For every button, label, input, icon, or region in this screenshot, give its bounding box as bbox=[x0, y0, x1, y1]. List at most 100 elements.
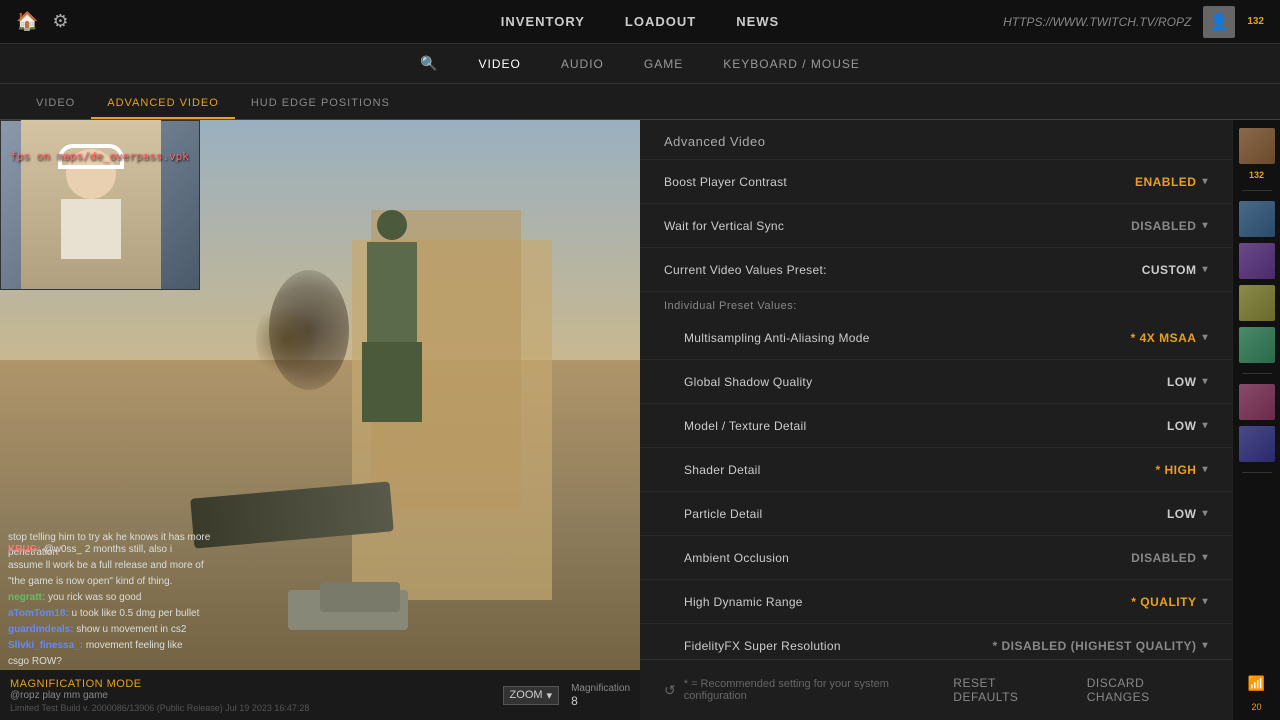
settings-nav-audio[interactable]: AUDIO bbox=[553, 53, 612, 75]
sidebar-avatar-4[interactable] bbox=[1239, 285, 1275, 321]
setting-ambient-occlusion: Ambient Occlusion DISABLED ▾ bbox=[640, 536, 1232, 580]
settings-panel: Advanced Video Boost Player Contrast ENA… bbox=[640, 120, 1232, 659]
nav-loadout[interactable]: LOADOUT bbox=[625, 14, 696, 29]
tab-video[interactable]: VIDEO bbox=[20, 89, 91, 119]
webcam-overlay bbox=[0, 120, 200, 290]
main-layout: fps on maps/de_overpass.vpk stop telling… bbox=[0, 120, 1280, 720]
setting-model-texture-detail: Model / Texture Detail LOW ▾ bbox=[640, 404, 1232, 448]
sidebar-divider-3 bbox=[1242, 472, 1272, 473]
chevron-down-icon: ▾ bbox=[1202, 552, 1208, 563]
magnification-sublabel: Magnification bbox=[571, 683, 630, 694]
msaa-value[interactable]: * 4X MSAA ▾ bbox=[1131, 331, 1208, 345]
chevron-down-icon: ▾ bbox=[1202, 508, 1208, 519]
mag-value-container: Magnification 8 bbox=[571, 683, 630, 708]
global-shadow-quality-value[interactable]: LOW ▾ bbox=[1167, 375, 1208, 389]
advanced-video-title: Advanced Video bbox=[640, 120, 1232, 160]
high-dynamic-range-label: High Dynamic Range bbox=[684, 595, 803, 609]
wait-vertical-sync-label: Wait for Vertical Sync bbox=[664, 219, 784, 233]
tab-hud-edge-positions[interactable]: HUD EDGE POSITIONS bbox=[235, 89, 406, 119]
setting-wait-vertical-sync: Wait for Vertical Sync DISABLED ▾ bbox=[640, 204, 1232, 248]
particle-detail-value[interactable]: LOW ▾ bbox=[1167, 507, 1208, 521]
sidebar-avatar-5[interactable] bbox=[1239, 327, 1275, 363]
chat-line: negratt: you rick was so good bbox=[0, 590, 640, 606]
nav-center-links: INVENTORY LOADOUT NEWS bbox=[501, 14, 779, 29]
tab-advanced-video[interactable]: ADVANCED VIDEO bbox=[91, 89, 235, 119]
home-icon[interactable]: 🏠 bbox=[16, 11, 38, 32]
search-icon: 🔍 bbox=[420, 55, 438, 72]
shader-detail-label: Shader Detail bbox=[684, 463, 761, 477]
chevron-down-icon: ▾ bbox=[1202, 176, 1208, 187]
chat-line: Slivki_finessa_: movement feeling like bbox=[0, 638, 640, 654]
current-video-preset-value[interactable]: CUSTOM ▾ bbox=[1142, 263, 1208, 277]
setting-boost-player-contrast: Boost Player Contrast ENABLED ▾ bbox=[640, 160, 1232, 204]
reset-icon: ↺ bbox=[664, 682, 676, 699]
fps-overlay-text: fps on maps/de_overpass.vpk bbox=[10, 150, 189, 163]
chevron-down-icon: ▾ bbox=[1202, 640, 1208, 651]
high-dynamic-range-value[interactable]: * QUALITY ▾ bbox=[1131, 595, 1208, 609]
video-tabs-bar: VIDEO ADVANCED VIDEO HUD EDGE POSITIONS bbox=[0, 84, 1280, 120]
chat-line: csgo ROW? bbox=[0, 654, 640, 670]
sidebar-avatar-7[interactable] bbox=[1239, 426, 1275, 462]
setting-particle-detail: Particle Detail LOW ▾ bbox=[640, 492, 1232, 536]
user-count: 132 bbox=[1247, 16, 1264, 27]
settings-nav-video[interactable]: VIDEO bbox=[471, 53, 529, 75]
setting-shader-detail: Shader Detail * HIGH ▾ bbox=[640, 448, 1232, 492]
discard-changes-button[interactable]: DISCARD CHANGES bbox=[1079, 672, 1208, 708]
fidelityfx-value[interactable]: * DISABLED (HIGHEST QUALITY) ▾ bbox=[992, 639, 1208, 653]
sidebar-avatar-3[interactable] bbox=[1239, 243, 1275, 279]
settings-area: Advanced Video Boost Player Contrast ENA… bbox=[640, 120, 1232, 720]
chevron-down-icon: ▾ bbox=[1202, 464, 1208, 475]
nav-left-icons: 🏠 ⚙ bbox=[16, 11, 69, 32]
sidebar-count: 132 bbox=[1249, 170, 1264, 180]
fidelityfx-label: FidelityFX Super Resolution bbox=[684, 639, 841, 653]
ambient-occlusion-label: Ambient Occlusion bbox=[684, 551, 789, 565]
sidebar-avatar-1[interactable] bbox=[1239, 128, 1275, 164]
nav-news[interactable]: NEWS bbox=[736, 14, 779, 29]
chevron-down-icon: ▾ bbox=[1202, 332, 1208, 343]
magnification-controls: ZOOM ▾ Magnification 8 bbox=[503, 683, 630, 708]
build-info: Limited Test Build v. 2000086/13906 (Pub… bbox=[10, 703, 309, 713]
user-avatar[interactable]: 👤 bbox=[1203, 6, 1235, 38]
sidebar-divider bbox=[1242, 190, 1272, 191]
wifi-icon[interactable]: 📶 bbox=[1244, 671, 1269, 696]
right-sidebar: 132 📶 20 bbox=[1232, 120, 1280, 720]
settings-footer: ↺ * = Recommended setting for your syste… bbox=[640, 659, 1232, 720]
settings-search[interactable]: 🔍 bbox=[412, 51, 446, 76]
shader-detail-value[interactable]: * HIGH ▾ bbox=[1155, 463, 1208, 477]
nav-right: HTTPS://WWW.TWITCH.TV/ROPZ 👤 132 bbox=[1003, 6, 1264, 38]
chat-line: aTomTom18: u took like 0.5 dmg per bulle… bbox=[0, 606, 640, 622]
footer-note: ↺ * = Recommended setting for your syste… bbox=[664, 678, 929, 702]
model-texture-detail-label: Model / Texture Detail bbox=[684, 419, 806, 433]
nav-inventory[interactable]: INVENTORY bbox=[501, 14, 585, 29]
setting-global-shadow-quality: Global Shadow Quality LOW ▾ bbox=[640, 360, 1232, 404]
chat-line: KRUG: @w0ss_ 2 months still, also i bbox=[0, 542, 640, 558]
chevron-down-icon: ▾ bbox=[1202, 596, 1208, 607]
sidebar-divider-2 bbox=[1242, 373, 1272, 374]
reset-defaults-button[interactable]: RESET DEFAULTS bbox=[945, 672, 1062, 708]
settings-nav-keyboard[interactable]: KEYBOARD / MOUSE bbox=[715, 53, 868, 75]
settings-nav-game[interactable]: GAME bbox=[636, 53, 691, 75]
sidebar-avatar-2[interactable] bbox=[1239, 201, 1275, 237]
magnification-value: 8 bbox=[571, 694, 630, 708]
chat-line: "the game is now open" kind of thing. bbox=[0, 574, 640, 590]
stream-chat: KRUG: @w0ss_ 2 months still, also i assu… bbox=[0, 542, 640, 670]
settings-gear-icon[interactable]: ⚙ bbox=[52, 11, 68, 32]
preset-section-label: Individual Preset Values: bbox=[640, 292, 1232, 316]
boost-player-contrast-label: Boost Player Contrast bbox=[664, 175, 787, 189]
ambient-occlusion-value[interactable]: DISABLED ▾ bbox=[1131, 551, 1208, 565]
setting-current-video-preset: Current Video Values Preset: CUSTOM ▾ bbox=[640, 248, 1232, 292]
chevron-down-icon: ▾ bbox=[1202, 376, 1208, 387]
sidebar-avatar-6[interactable] bbox=[1239, 384, 1275, 420]
top-navigation: 🏠 ⚙ INVENTORY LOADOUT NEWS HTTPS://WWW.T… bbox=[0, 0, 1280, 44]
chevron-down-icon: ▾ bbox=[1202, 264, 1208, 275]
boost-player-contrast-value[interactable]: ENABLED ▾ bbox=[1135, 175, 1208, 189]
model-texture-detail-value[interactable]: LOW ▾ bbox=[1167, 419, 1208, 433]
stream-bottom-bar: Magnification Mode @ropz play mm game Li… bbox=[0, 670, 640, 720]
magnification-mode-sublabel: @ropz play mm game bbox=[10, 690, 309, 701]
twitch-url: HTTPS://WWW.TWITCH.TV/ROPZ bbox=[1003, 15, 1191, 29]
magnification-mode-label: Magnification Mode bbox=[10, 678, 309, 690]
zoom-dropdown[interactable]: ZOOM ▾ bbox=[503, 686, 560, 705]
current-video-preset-label: Current Video Values Preset: bbox=[664, 263, 827, 277]
setting-fidelityfx: FidelityFX Super Resolution * DISABLED (… bbox=[640, 624, 1232, 659]
wait-vertical-sync-value[interactable]: DISABLED ▾ bbox=[1131, 219, 1208, 233]
